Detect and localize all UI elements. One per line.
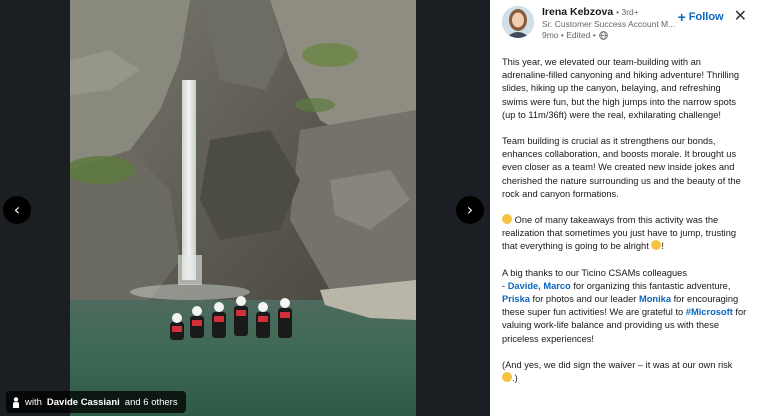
person-icon: [13, 396, 19, 408]
post-time-text: 9mo • Edited •: [542, 30, 596, 40]
avatar-image: [502, 6, 534, 38]
chevron-left-icon: ‹: [13, 200, 21, 219]
author-avatar[interactable]: [502, 6, 534, 38]
post-paragraph-3: One of many takeaways from this activity…: [502, 214, 747, 254]
smile-emoji-icon: [651, 240, 662, 251]
tag-suffix[interactable]: and 6 others: [125, 397, 178, 408]
post-viewer: ‹ › with Davide Cassiani and 6 others Ir…: [0, 0, 757, 416]
post-paragraph-4-c: for organizing this fantastic adventure,: [570, 280, 731, 291]
smile-emoji-icon: [502, 372, 512, 383]
connection-degree: • 3rd+: [616, 7, 639, 17]
post-photo[interactable]: [70, 0, 416, 416]
chevron-right-icon: ›: [466, 200, 474, 219]
follow-button[interactable]: + Follow: [678, 10, 724, 24]
star-emoji-icon: [502, 214, 512, 225]
post-paragraph-3-end: !: [661, 241, 664, 252]
post-body: This year, we elevated our team-building…: [502, 56, 747, 385]
previous-image-button[interactable]: ‹: [3, 196, 31, 224]
mention-davide-marco[interactable]: Davide, Marco: [508, 281, 571, 291]
post-paragraph-5-text: (And yes, we did sign the waiver – it wa…: [502, 359, 733, 370]
post-paragraph-1: This year, we elevated our team-building…: [502, 57, 740, 120]
post-paragraph-4: A big thanks to our Ticino CSAMs colleag…: [502, 267, 747, 346]
globe-icon: [598, 30, 608, 40]
tagged-people-chip[interactable]: with Davide Cassiani and 6 others: [6, 391, 186, 413]
media-area: ‹ › with Davide Cassiani and 6 others: [0, 0, 490, 416]
post-panel: Irena Kebzova • 3rd+ Sr. Customer Succes…: [490, 0, 757, 416]
hashtag-microsoft[interactable]: #Microsoft: [686, 307, 733, 317]
post-paragraph-5-end: .): [512, 373, 518, 384]
mention-priska[interactable]: Priska: [502, 294, 530, 304]
post-paragraph-4-a: A big thanks to our Ticino CSAMs colleag…: [502, 267, 688, 278]
plus-icon: +: [677, 9, 686, 25]
post-paragraph-5: (And yes, we did sign the waiver – it wa…: [502, 359, 747, 385]
author-name[interactable]: Irena Kebzova: [542, 6, 613, 18]
post-time: 9mo • Edited •: [542, 30, 678, 40]
author-name-line: Irena Kebzova • 3rd+: [542, 6, 678, 18]
next-image-button[interactable]: ›: [456, 196, 484, 224]
close-icon[interactable]: ✕: [734, 8, 747, 24]
post-paragraph-2: Team building is crucial as it strengthe…: [502, 136, 741, 199]
author-headline: Sr. Customer Success Account M...: [542, 19, 676, 29]
follow-label: Follow: [688, 11, 724, 23]
author-meta: Irena Kebzova • 3rd+ Sr. Customer Succes…: [542, 6, 678, 40]
post-paragraph-3-text: One of many takeaways from this activity…: [502, 215, 737, 252]
mention-monika[interactable]: Monika: [639, 294, 671, 304]
post-header: Irena Kebzova • 3rd+ Sr. Customer Succes…: [502, 6, 747, 46]
tagged-person-name[interactable]: Davide Cassiani: [47, 397, 120, 408]
tag-prefix: with: [25, 396, 42, 408]
post-paragraph-4-d: for photos and our leader: [529, 294, 639, 305]
